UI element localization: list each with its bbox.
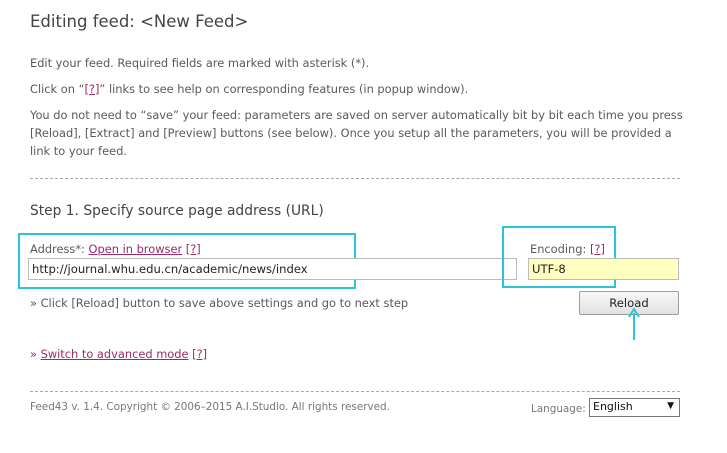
reload-hint: » Click [Reload] button to save above se… xyxy=(30,296,409,310)
arrow-up-icon xyxy=(628,307,640,340)
encoding-label: Encoding: xyxy=(530,242,590,256)
help-prefix: Click on “ xyxy=(30,82,85,96)
chevron-down-icon: ▼ xyxy=(667,401,674,411)
intro-save-note: You do not need to “save” your feed: par… xyxy=(30,108,683,158)
advanced-mode-row: » Switch to advanced mode [?] xyxy=(30,347,207,361)
switch-advanced-mode-link[interactable]: Switch to advanced mode xyxy=(41,347,189,361)
encoding-help-link[interactable]: [?] xyxy=(590,242,605,256)
advanced-prefix: » xyxy=(30,347,41,361)
encoding-input[interactable] xyxy=(528,258,679,280)
intro-help-text: Click on “[?]” links to see help on corr… xyxy=(30,80,695,98)
address-input[interactable] xyxy=(28,258,517,280)
intro-required-text: Edit your feed. Required fields are mark… xyxy=(30,56,370,70)
address-label: Address*: xyxy=(30,242,89,256)
open-in-browser-link[interactable]: Open in browser xyxy=(89,242,183,256)
divider-top xyxy=(30,178,680,179)
help-suffix: ” links to see help on corresponding fea… xyxy=(99,82,469,96)
encoding-label-row: Encoding: [?] xyxy=(530,242,605,256)
copyright-text: Feed43 v. 1.4. Copyright © 2006–2015 A.I… xyxy=(30,401,390,413)
language-value: English xyxy=(593,400,633,413)
language-select[interactable]: English ▼ xyxy=(589,398,680,417)
help-link[interactable]: [?] xyxy=(84,82,99,96)
divider-bottom xyxy=(30,391,680,392)
address-label-row: Address*: Open in browser [?] xyxy=(30,242,201,256)
language-label: Language: xyxy=(531,403,586,415)
advanced-help-link[interactable]: [?] xyxy=(192,347,207,361)
page-title: Editing feed: <New Feed> xyxy=(30,12,249,31)
address-help-link[interactable]: [?] xyxy=(186,242,201,256)
step1-heading: Step 1. Specify source page address (URL… xyxy=(30,203,324,219)
